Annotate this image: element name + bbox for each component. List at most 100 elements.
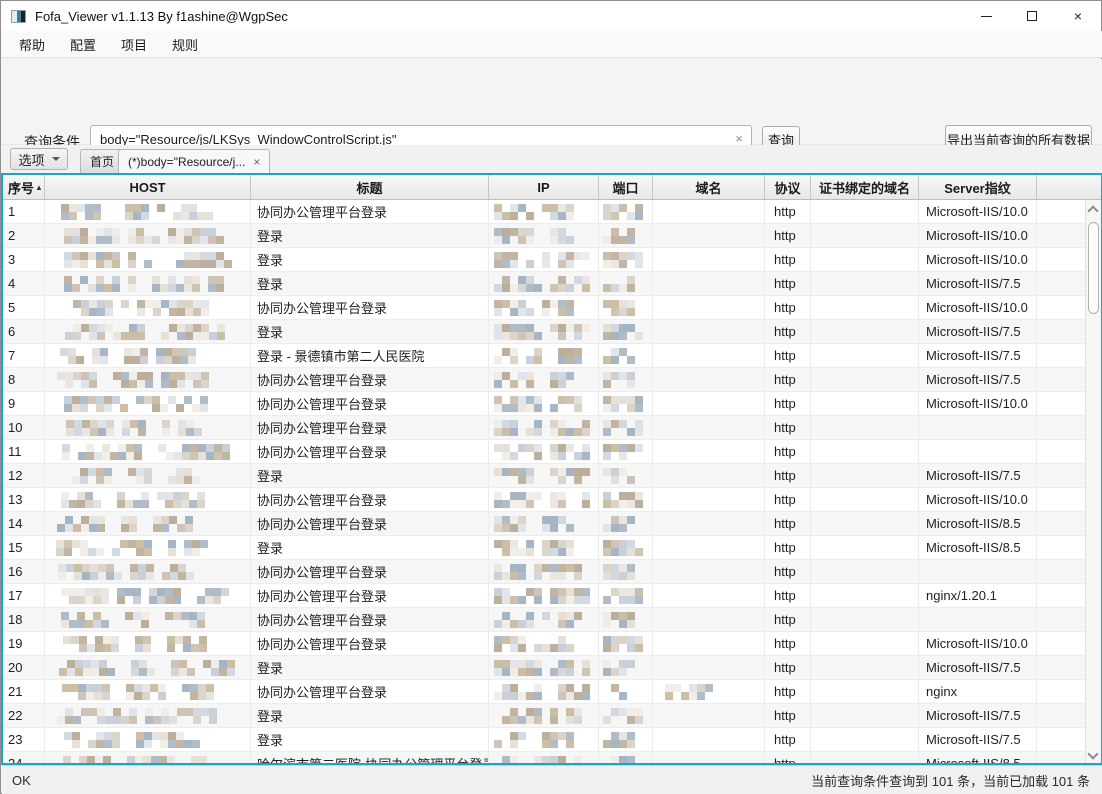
cell-filler (1037, 200, 1085, 223)
cell-ip-redacted (489, 224, 599, 247)
table-row[interactable]: 24哈尔滨市第二医院-协同办公管理平台登录httpMicrosoft-IIS/8… (3, 752, 1085, 765)
clear-query-icon[interactable]: × (735, 131, 743, 146)
column-header-2[interactable]: 标题 (251, 175, 489, 199)
cell-ip-redacted (489, 512, 599, 535)
scroll-down-icon[interactable] (1087, 748, 1098, 759)
cell-protocol: http (765, 416, 811, 439)
options-dropdown-button[interactable]: 选项 (10, 148, 68, 170)
cell-domain (653, 464, 765, 487)
cell-domain (653, 680, 765, 703)
redacted-pixelation (603, 540, 643, 556)
table-row[interactable]: 11协同办公管理平台登录http (3, 440, 1085, 464)
cell-index: 4 (3, 272, 45, 295)
minimize-icon (981, 16, 992, 17)
column-header-7[interactable]: 证书绑定的域名 (811, 175, 919, 199)
cell-ip-redacted (489, 656, 599, 679)
maximize-icon (1027, 11, 1037, 21)
table-row[interactable]: 20登录httpMicrosoft-IIS/7.5 (3, 656, 1085, 680)
cell-title: 登录 (251, 704, 489, 727)
redacted-pixelation (64, 468, 200, 484)
maximize-button[interactable] (1009, 1, 1055, 31)
cell-filler (1037, 296, 1085, 319)
cell-index: 15 (3, 536, 45, 559)
table-row[interactable]: 1协同办公管理平台登录httpMicrosoft-IIS/10.0 (3, 200, 1085, 224)
cell-port-redacted (599, 224, 653, 247)
cell-cert-domain (811, 728, 919, 751)
table-row[interactable]: 15登录httpMicrosoft-IIS/8.5 (3, 536, 1085, 560)
cell-ip-redacted (489, 584, 599, 607)
column-header-3[interactable]: IP (489, 175, 599, 199)
tab-home-label: 首页 (90, 153, 114, 170)
cell-server (919, 416, 1037, 439)
cell-port-redacted (599, 584, 653, 607)
column-header-label: 标题 (356, 178, 382, 197)
title-bar: Fofa_Viewer v1.1.13 By f1ashine@WgpSec × (1, 1, 1101, 31)
table-row[interactable]: 8协同办公管理平台登录httpMicrosoft-IIS/7.5 (3, 368, 1085, 392)
cell-filler (1037, 608, 1085, 631)
cell-index: 14 (3, 512, 45, 535)
cell-server: Microsoft-IIS/8.5 (919, 536, 1037, 559)
close-button[interactable]: × (1055, 1, 1101, 31)
table-row[interactable]: 3登录httpMicrosoft-IIS/10.0 (3, 248, 1085, 272)
cell-host-redacted (45, 224, 251, 247)
minimize-button[interactable] (963, 1, 1009, 31)
cell-host-redacted (45, 440, 251, 463)
table-row[interactable]: 22登录httpMicrosoft-IIS/7.5 (3, 704, 1085, 728)
redacted-pixelation (494, 660, 590, 676)
redacted-pixelation (61, 492, 205, 508)
table-row[interactable]: 17协同办公管理平台登录httpnginx/1.20.1 (3, 584, 1085, 608)
scrollbar-thumb[interactable] (1088, 222, 1099, 314)
cell-port-redacted (599, 392, 653, 415)
results-table: 序号▲HOST 标题 IP端口域名协议证书绑定的域名Server指纹 1协同办公管理… (1, 173, 1102, 765)
table-row[interactable]: 13协同办公管理平台登录httpMicrosoft-IIS/10.0 (3, 488, 1085, 512)
cell-server: nginx (919, 680, 1037, 703)
table-row[interactable]: 12登录httpMicrosoft-IIS/7.5 (3, 464, 1085, 488)
cell-filler (1037, 560, 1085, 583)
column-header-5[interactable]: 域名 (653, 175, 765, 199)
tab-query-result[interactable]: (*)body="Resource/j... × (118, 149, 270, 173)
cell-index: 3 (3, 248, 45, 271)
cell-filler (1037, 440, 1085, 463)
menu-item-2[interactable]: 项目 (112, 31, 156, 58)
menu-item-1[interactable]: 配置 (61, 31, 105, 58)
column-header-6[interactable]: 协议 (765, 175, 811, 199)
redacted-pixelation (603, 396, 643, 412)
redacted-pixelation (64, 276, 224, 292)
tab-close-icon[interactable]: × (253, 155, 260, 169)
app-icon (11, 10, 26, 23)
column-header-1[interactable]: HOST (45, 175, 251, 199)
menu-item-3[interactable]: 规则 (163, 31, 207, 58)
cell-host-redacted (45, 536, 251, 559)
column-header-label: 序号 (8, 178, 34, 197)
table-row[interactable]: 10协同办公管理平台登录http (3, 416, 1085, 440)
table-row[interactable]: 21协同办公管理平台登录httpnginx (3, 680, 1085, 704)
table-row[interactable]: 2登录httpMicrosoft-IIS/10.0 (3, 224, 1085, 248)
table-row[interactable]: 4登录httpMicrosoft-IIS/7.5 (3, 272, 1085, 296)
table-row[interactable]: 5协同办公管理平台登录httpMicrosoft-IIS/10.0 (3, 296, 1085, 320)
table-row[interactable]: 14协同办公管理平台登录httpMicrosoft-IIS/8.5 (3, 512, 1085, 536)
table-row[interactable]: 7登录 - 景德镇市第二人民医院httpMicrosoft-IIS/7.5 (3, 344, 1085, 368)
table-row[interactable]: 9协同办公管理平台登录httpMicrosoft-IIS/10.0 (3, 392, 1085, 416)
table-row[interactable]: 23登录httpMicrosoft-IIS/7.5 (3, 728, 1085, 752)
table-row[interactable]: 19协同办公管理平台登录httpMicrosoft-IIS/10.0 (3, 632, 1085, 656)
vertical-scrollbar[interactable] (1085, 200, 1101, 765)
scroll-up-icon[interactable] (1087, 205, 1098, 216)
table-row[interactable]: 16协同办公管理平台登录http (3, 560, 1085, 584)
cell-server: Microsoft-IIS/10.0 (919, 200, 1037, 223)
cell-title: 登录 (251, 464, 489, 487)
cell-server (919, 440, 1037, 463)
column-header-0[interactable]: 序号▲ (3, 175, 45, 199)
cell-protocol: http (765, 464, 811, 487)
cell-cert-domain (811, 704, 919, 727)
cell-port-redacted (599, 200, 653, 223)
column-header-8[interactable]: Server指纹 (919, 175, 1037, 199)
column-header-4[interactable]: 端口 (599, 175, 653, 199)
table-row[interactable]: 6登录httpMicrosoft-IIS/7.5 (3, 320, 1085, 344)
cell-host-redacted (45, 608, 251, 631)
redacted-pixelation (65, 324, 225, 340)
menu-item-0[interactable]: 帮助 (10, 31, 54, 58)
table-row[interactable]: 18协同办公管理平台登录http (3, 608, 1085, 632)
cell-ip-redacted (489, 680, 599, 703)
redacted-pixelation (494, 468, 590, 484)
cell-cert-domain (811, 296, 919, 319)
